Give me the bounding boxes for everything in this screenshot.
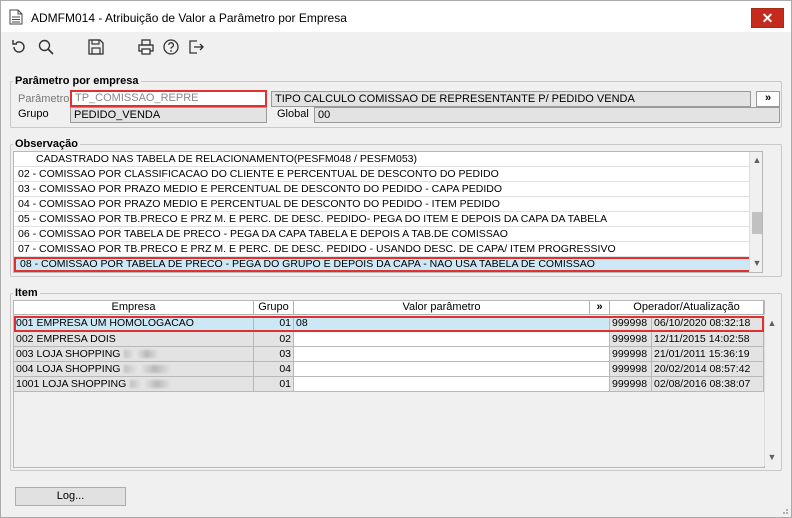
grupo-field: PEDIDO_VENDA xyxy=(70,107,267,123)
item-legend: Item xyxy=(13,286,40,300)
parametro-field[interactable]: TP_COMISSAO_REPRE xyxy=(70,90,267,107)
window-title: ADMFM014 - Atribuição de Valor a Parâmet… xyxy=(31,11,347,25)
redacted-text xyxy=(130,380,171,389)
scroll-down-icon[interactable]: ▼ xyxy=(752,258,762,268)
grid-header: Empresa Grupo Valor parâmetro » Operador… xyxy=(14,301,764,315)
cell-grupo: 03 xyxy=(254,347,294,362)
redacted-text xyxy=(124,350,159,359)
table-row[interactable]: 004 LOJA SHOPPING 04 999998 20/02/2014 0… xyxy=(14,362,764,377)
cell-operador: 999998 xyxy=(610,332,652,347)
cell-atualizacao: 02/08/2016 08:38:07 xyxy=(652,377,764,392)
cell-operador: 999998 xyxy=(610,347,652,362)
observacao-line: 07 - COMISSAO POR TB.PRECO E PRZ M. E PE… xyxy=(14,242,762,257)
scroll-up-icon[interactable]: ▲ xyxy=(752,155,762,165)
redacted-text xyxy=(124,365,171,374)
cell-valor[interactable] xyxy=(294,347,610,362)
header-valor[interactable]: Valor parâmetro xyxy=(294,301,590,315)
parametro-legend: Parâmetro por empresa xyxy=(13,74,141,88)
help-icon[interactable] xyxy=(162,38,182,58)
cell-operador: 999998 xyxy=(610,316,652,331)
table-row[interactable]: 001 EMPRESA UM HOMOLOGACAO 01 08 999998 … xyxy=(14,316,764,332)
cell-empresa: 1001 LOJA SHOPPING xyxy=(14,377,254,392)
search-icon[interactable] xyxy=(37,38,57,58)
resize-grip-icon[interactable] xyxy=(779,505,789,515)
cell-valor[interactable] xyxy=(294,362,610,377)
header-operador[interactable]: Operador/Atualização xyxy=(610,301,764,315)
cell-empresa: 001 EMPRESA UM HOMOLOGACAO xyxy=(14,316,254,331)
scroll-up-icon[interactable]: ▲ xyxy=(767,318,777,328)
print-icon[interactable] xyxy=(137,38,157,58)
header-empresa[interactable]: Empresa xyxy=(14,301,254,315)
observacao-textarea[interactable]: CADASTRADO NAS TABELA DE RELACIONAMENTO(… xyxy=(13,151,763,273)
observacao-line: 03 - COMISSAO POR PRAZO MEDIO E PERCENTU… xyxy=(14,182,762,197)
header-grupo[interactable]: Grupo xyxy=(254,301,294,315)
cell-atualizacao: 06/10/2020 08:32:18 xyxy=(652,316,764,331)
table-row[interactable]: 002 EMPRESA DOIS 02 999998 12/11/2015 14… xyxy=(14,332,764,347)
global-label: Global xyxy=(277,108,309,120)
close-button[interactable]: ✕ xyxy=(751,8,784,28)
cell-grupo: 02 xyxy=(254,332,294,347)
observacao-legend: Observação xyxy=(13,137,80,151)
grupo-label: Grupo xyxy=(18,108,49,120)
observacao-line: 04 - COMISSAO POR PRAZO MEDIO E PERCENTU… xyxy=(14,197,762,212)
app-window: ADMFM014 - Atribuição de Valor a Parâmet… xyxy=(0,0,792,518)
observacao-scrollbar[interactable]: ▲ ▼ xyxy=(749,152,762,272)
parametro-more-button[interactable]: » xyxy=(756,91,780,107)
item-grid: Empresa Grupo Valor parâmetro » Operador… xyxy=(13,300,765,468)
refresh-icon[interactable] xyxy=(10,38,30,58)
cell-atualizacao: 12/11/2015 14:02:58 xyxy=(652,332,764,347)
exit-icon[interactable] xyxy=(187,38,207,58)
global-field: 00 xyxy=(314,107,780,123)
scroll-down-icon[interactable]: ▼ xyxy=(767,452,777,462)
save-icon[interactable] xyxy=(87,38,107,58)
observacao-line-selected: 08 - COMISSAO POR TABELA DE PRECO - PEGA… xyxy=(14,257,762,272)
cell-grupo: 04 xyxy=(254,362,294,377)
document-icon xyxy=(9,9,23,25)
item-scrollbar[interactable]: ▲ ▼ xyxy=(764,314,778,466)
observacao-line: CADASTRADO NAS TABELA DE RELACIONAMENTO(… xyxy=(14,152,762,167)
toolbar xyxy=(1,32,791,64)
cell-atualizacao: 21/01/2011 15:36:19 xyxy=(652,347,764,362)
observacao-line: 06 - COMISSAO POR TABELA DE PRECO - PEGA… xyxy=(14,227,762,242)
cell-grupo: 01 xyxy=(254,377,294,392)
observacao-line: 02 - COMISSAO POR CLASSIFICACAO DO CLIEN… xyxy=(14,167,762,182)
parametro-label: Parâmetro xyxy=(18,93,70,105)
header-more-button[interactable]: » xyxy=(590,301,610,315)
cell-valor[interactable] xyxy=(294,377,610,392)
cell-grupo: 01 xyxy=(254,316,294,331)
cell-empresa: 003 LOJA SHOPPING xyxy=(14,347,254,362)
table-row[interactable]: 1001 LOJA SHOPPING 01 999998 02/08/2016 … xyxy=(14,377,764,392)
table-row[interactable]: 003 LOJA SHOPPING 03 999998 21/01/2011 1… xyxy=(14,347,764,362)
cell-empresa: 002 EMPRESA DOIS xyxy=(14,332,254,347)
cell-valor[interactable]: 08 xyxy=(294,316,610,331)
log-button[interactable]: Log... xyxy=(15,487,126,506)
cell-atualizacao: 20/02/2014 08:57:42 xyxy=(652,362,764,377)
cell-valor[interactable] xyxy=(294,332,610,347)
parametro-description-field: TIPO CALCULO COMISSAO DE REPRESENTANTE P… xyxy=(271,91,751,107)
cell-operador: 999998 xyxy=(610,377,652,392)
scroll-thumb[interactable] xyxy=(752,212,762,234)
observacao-line: 05 - COMISSAO POR TB.PRECO E PRZ M. E PE… xyxy=(14,212,762,227)
title-bar: ADMFM014 - Atribuição de Valor a Parâmet… xyxy=(1,1,791,32)
cell-empresa: 004 LOJA SHOPPING xyxy=(14,362,254,377)
cell-operador: 999998 xyxy=(610,362,652,377)
